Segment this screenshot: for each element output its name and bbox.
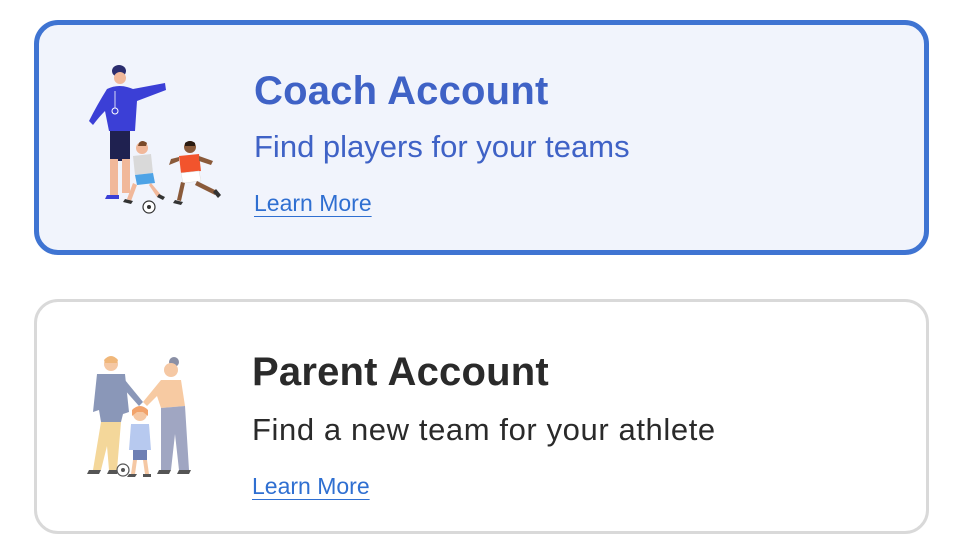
parent-account-card[interactable]: Parent Account Find a new team for your … [34,299,929,534]
card-title: Parent Account [252,350,549,394]
coach-account-card[interactable]: Coach Account Find players for your team… [34,20,929,255]
coach-card-text: Coach Account Find players for your team… [254,67,630,217]
card-subtitle: Find a new team for your athlete [252,412,716,447]
family-with-child-illustration [87,356,191,477]
card-subtitle: Find players for your teams [254,129,630,164]
parent-card-text: Parent Account Find a new team for your … [252,348,716,500]
learn-more-link[interactable]: Learn More [254,189,372,217]
card-title: Coach Account [254,69,549,113]
coach-with-players-illustration [89,65,221,214]
learn-more-link[interactable]: Learn More [252,472,370,500]
